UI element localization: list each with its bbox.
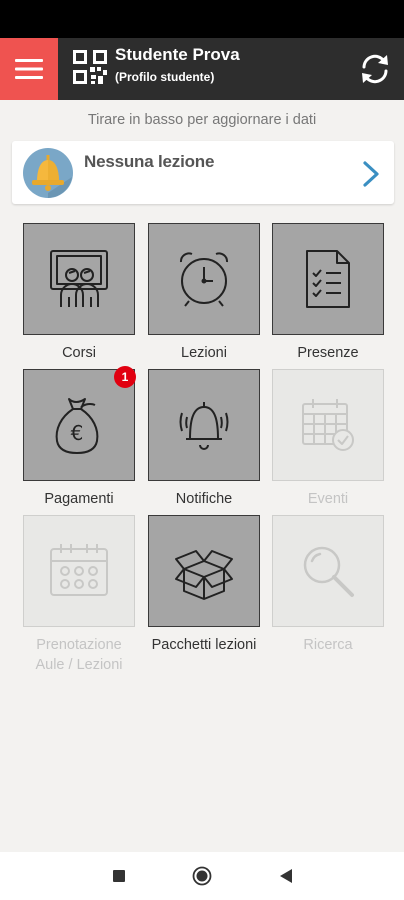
- ringing-bell-icon: [179, 402, 229, 450]
- tile-lezioni[interactable]: Lezioni: [148, 223, 260, 363]
- tile-ricerca-box: [272, 515, 384, 627]
- tile-notifiche-box: [148, 369, 260, 481]
- tile-pagamenti-label: Pagamenti: [44, 491, 114, 507]
- open-box-icon: [175, 550, 233, 600]
- hamburger-icon: [15, 59, 43, 79]
- tile-presenze-label: Presenze: [297, 345, 359, 361]
- tile-eventi-box: [272, 369, 384, 481]
- system-nav-bar: [0, 852, 404, 900]
- recents-button[interactable]: [107, 864, 131, 888]
- search-icon: [303, 546, 354, 597]
- qr-code-icon[interactable]: [72, 49, 108, 85]
- menu-button[interactable]: [0, 38, 58, 100]
- tile-eventi[interactable]: Eventi: [272, 369, 384, 509]
- tile-pagamenti[interactable]: € Pagamenti 1: [23, 366, 136, 509]
- calendar-check-icon: [302, 399, 354, 451]
- home-button[interactable]: [190, 864, 214, 888]
- money-bag-icon: €: [55, 398, 99, 454]
- tile-ricerca[interactable]: Ricerca: [272, 515, 384, 655]
- tile-pacchetti-label: Pacchetti lezioni: [151, 637, 257, 653]
- tile-prenotazione[interactable]: Prenotazione Aule / Lezioni: [23, 515, 135, 675]
- notification-badge: 1: [114, 366, 136, 388]
- alarm-clock-icon: [180, 252, 228, 307]
- triangle-back-icon: [280, 869, 292, 883]
- pull-to-refresh-hint: Tirare in basso per aggiornare i dati: [87, 112, 317, 128]
- checklist-icon: [306, 250, 350, 308]
- tile-lezioni-box: [148, 223, 260, 335]
- tile-lezioni-label: Lezioni: [181, 345, 227, 361]
- tile-notifiche-label: Notifiche: [175, 491, 233, 507]
- tile-prenotazione-box: [23, 515, 135, 627]
- tile-prenotazione-label: Prenotazione Aule / Lezioni: [35, 637, 123, 673]
- tile-notifiche[interactable]: Notifiche: [148, 369, 260, 509]
- tile-eventi-label: Eventi: [307, 491, 349, 507]
- circle-home-icon: [192, 866, 212, 886]
- tile-corsi-box: [23, 223, 135, 335]
- bell-avatar-icon: [23, 148, 73, 198]
- class-board-icon: [50, 250, 108, 307]
- tile-presenze-box: [272, 223, 384, 335]
- square-recents-icon: [113, 870, 125, 882]
- calendar-booking-icon: [50, 544, 108, 596]
- chevron-right-icon: [363, 161, 379, 187]
- refresh-icon[interactable]: [356, 50, 394, 88]
- lesson-card-label: Nessuna lezione: [84, 152, 215, 171]
- tile-pacchetti[interactable]: Pacchetti lezioni: [148, 515, 260, 655]
- tile-corsi-label: Corsi: [62, 345, 96, 361]
- svg-text:€: €: [71, 421, 84, 445]
- tile-presenze[interactable]: Presenze: [272, 223, 384, 363]
- user-name: Studente Prova: [115, 45, 240, 64]
- tile-ricerca-label: Ricerca: [303, 637, 353, 653]
- lesson-card[interactable]: Nessuna lezione: [12, 141, 394, 204]
- back-button[interactable]: [274, 864, 298, 888]
- tile-pacchetti-box: [148, 515, 260, 627]
- status-bar: [0, 0, 404, 38]
- user-role: (Profilo studente): [115, 70, 215, 84]
- app-bar: Studente Prova (Profilo studente): [0, 38, 404, 100]
- tile-corsi[interactable]: Corsi: [23, 223, 135, 363]
